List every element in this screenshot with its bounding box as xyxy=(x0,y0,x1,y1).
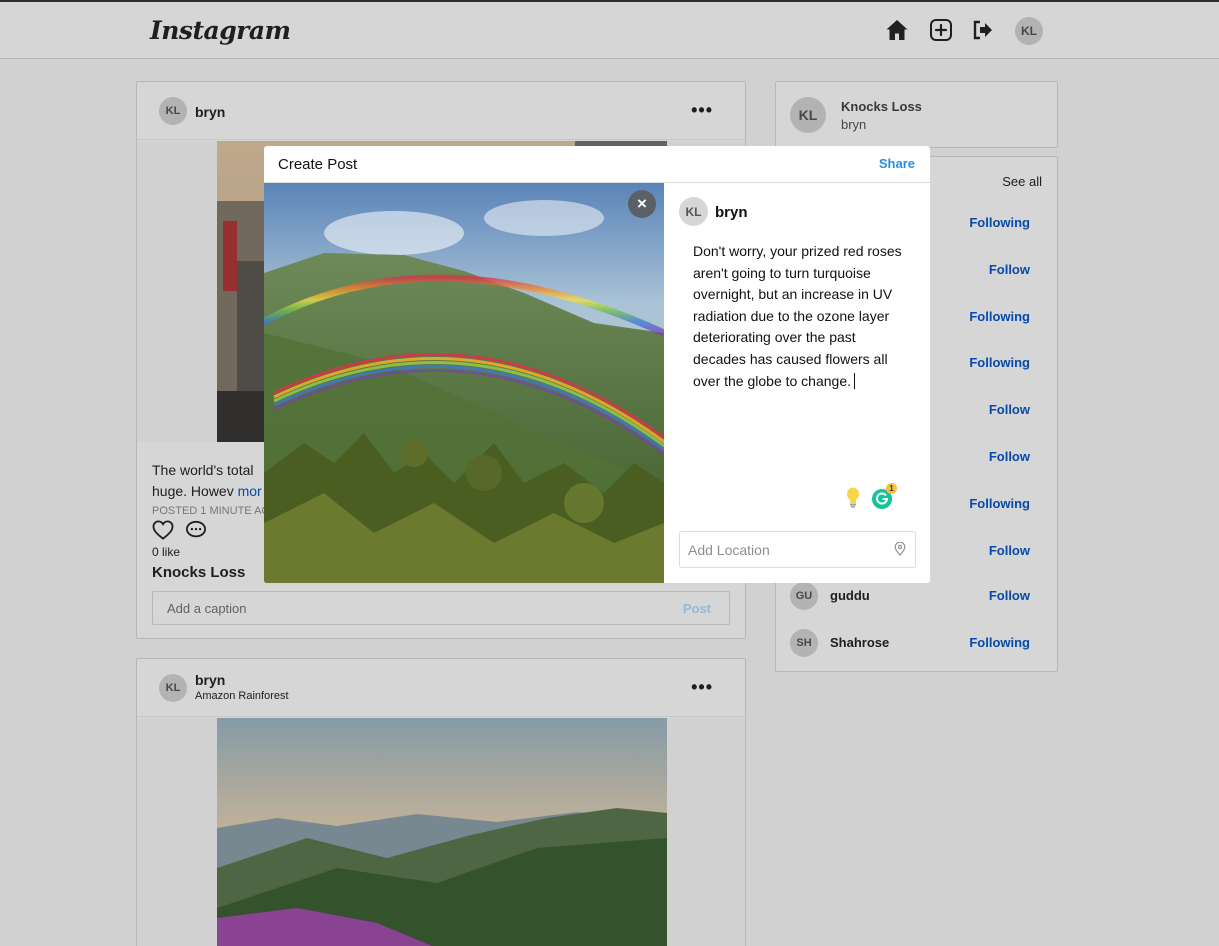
close-preview-button[interactable]: × xyxy=(628,190,656,218)
modal-header: Create Post Share xyxy=(264,146,930,183)
share-button[interactable]: Share xyxy=(879,156,915,171)
grammarly-badge: 1 xyxy=(886,483,897,494)
location-input[interactable] xyxy=(679,531,916,568)
create-post-modal: Create Post Share × KL bryn Don't worry,… xyxy=(264,146,930,583)
modal-username: bryn xyxy=(715,204,748,221)
upload-preview-rainbow xyxy=(264,183,664,583)
text-cursor xyxy=(854,372,856,389)
location-pin-icon xyxy=(894,542,906,556)
caption-textarea[interactable]: Don't worry, your prized red roses aren'… xyxy=(693,241,907,392)
modal-title: Create Post xyxy=(278,156,358,173)
close-icon: × xyxy=(637,194,647,213)
lightbulb-icon[interactable] xyxy=(845,486,861,508)
modal-avatar: KL xyxy=(679,197,708,226)
